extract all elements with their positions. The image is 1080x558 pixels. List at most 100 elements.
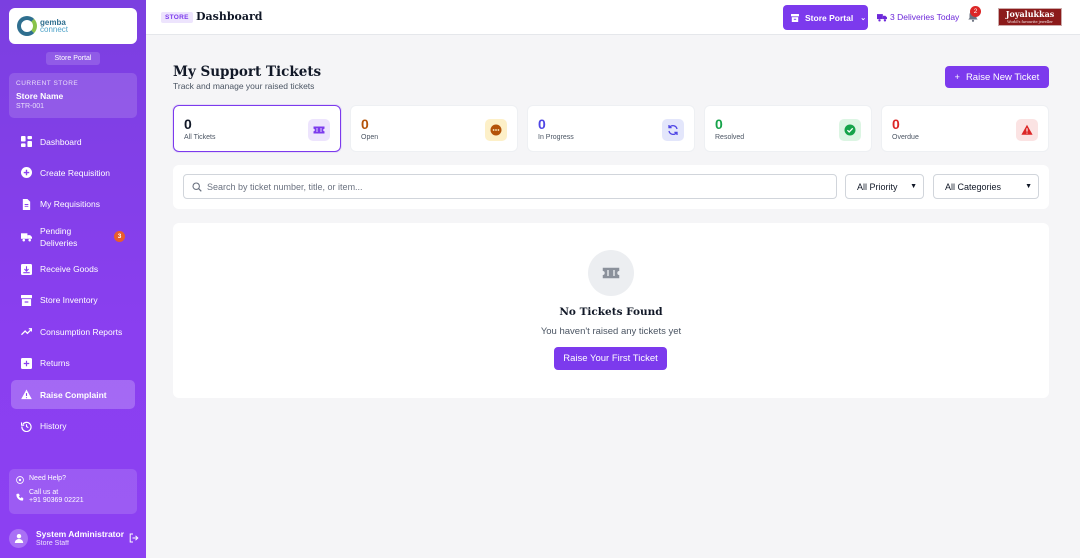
- sidebar-item-history[interactable]: History: [11, 412, 135, 441]
- sidebar-item-label: My Requisitions: [40, 199, 100, 210]
- filter-bar: All Priority ▼ All Categories ▼: [173, 165, 1049, 209]
- avatar[interactable]: [9, 528, 28, 548]
- sidebar-item-label: Dashboard: [40, 136, 82, 147]
- user-profile: System Administrator Store Staff: [9, 526, 139, 550]
- sidebar-item-label: Create Requisition: [40, 167, 110, 178]
- sidebar-item-pending-deliveries[interactable]: Pending Deliveries 3: [11, 221, 135, 252]
- chevron-down-icon: ▼: [910, 183, 917, 190]
- search-input[interactable]: [207, 181, 807, 192]
- dots-circle-icon: [485, 119, 507, 141]
- category-select[interactable]: All Categories ▼: [933, 174, 1039, 199]
- deliveries-today-link[interactable]: 3 Deliveries Today: [877, 12, 959, 22]
- return-box-icon: [21, 357, 32, 369]
- top-header: STORE Dashboard Store Portal ⌄ 3 Deliver…: [146, 0, 1080, 35]
- dashboard-icon: [21, 136, 32, 147]
- store-tag: STORE: [161, 12, 193, 23]
- stat-card-overdue[interactable]: 0 Overdue: [881, 105, 1049, 152]
- notification-badge: 2: [970, 6, 981, 17]
- priority-select-value: All Priority: [857, 181, 898, 192]
- stat-value: 0: [715, 116, 723, 132]
- refresh-icon: [662, 119, 684, 141]
- trend-icon: [21, 326, 32, 337]
- stat-label: All Tickets: [184, 134, 216, 141]
- category-select-value: All Categories: [945, 181, 1002, 192]
- ticket-stats: 0 All Tickets 0 Open 0 In Progress 0 Res…: [173, 105, 1049, 152]
- help-phone-link[interactable]: Call us at +91 90369 02221: [16, 489, 130, 504]
- sidebar-item-label: Consumption Reports: [40, 326, 123, 337]
- user-name: System Administrator: [36, 529, 125, 539]
- empty-ticket-icon: [588, 250, 634, 296]
- plus-icon: +: [954, 72, 960, 82]
- stat-value: 0: [361, 116, 369, 132]
- sidebar-item-my-requisitions[interactable]: My Requisitions: [11, 190, 135, 219]
- plus-circle-icon: [21, 167, 32, 179]
- truck-icon: [877, 14, 887, 22]
- sidebar-item-store-inventory[interactable]: Store Inventory: [11, 286, 135, 315]
- check-circle-icon: [839, 119, 861, 141]
- truck-icon: [21, 231, 32, 242]
- warning-icon: [21, 389, 32, 400]
- sidebar-item-dashboard[interactable]: Dashboard: [11, 127, 135, 156]
- help-card: Need Help? Call us at +91 90369 02221: [9, 469, 137, 514]
- sidebar-nav: Dashboard Create Requisition My Requisit…: [11, 127, 135, 443]
- stat-card-open[interactable]: 0 Open: [350, 105, 518, 152]
- current-store-caption: CURRENT STORE: [16, 80, 79, 87]
- sidebar-item-label: Receive Goods: [40, 264, 99, 275]
- portal-badge: Store Portal: [46, 52, 100, 65]
- sidebar-item-consumption-reports[interactable]: Consumption Reports: [11, 317, 135, 346]
- store-portal-button[interactable]: Store Portal ⌄: [783, 5, 868, 30]
- search-icon: [192, 181, 202, 192]
- store-name: Store Name: [16, 91, 64, 101]
- stat-value: 0: [892, 116, 900, 132]
- logo-mark-icon: [17, 16, 37, 36]
- store-icon: [791, 13, 799, 22]
- pending-deliveries-badge: 3: [114, 231, 125, 243]
- help-title: Need Help?: [29, 475, 66, 482]
- page-title: My Support Tickets: [173, 64, 322, 80]
- help-phone: +91 90369 02221: [29, 497, 84, 504]
- stat-card-resolved[interactable]: 0 Resolved: [704, 105, 872, 152]
- stat-card-in-progress[interactable]: 0 In Progress: [527, 105, 695, 152]
- sidebar-item-label: Pending Deliveries: [40, 225, 78, 248]
- sidebar-item-returns[interactable]: Returns: [11, 349, 135, 378]
- ticket-icon: [308, 119, 330, 141]
- sidebar-item-create-requisition[interactable]: Create Requisition: [11, 158, 135, 187]
- logout-icon[interactable]: [129, 533, 139, 543]
- store-portal-label: Store Portal: [805, 12, 854, 23]
- deliveries-today-label: 3 Deliveries Today: [890, 12, 960, 22]
- stat-label: In Progress: [538, 134, 574, 141]
- brand-tagline: World's favourite jeweller: [1007, 20, 1053, 24]
- priority-select[interactable]: All Priority ▼: [845, 174, 924, 199]
- sidebar-item-raise-complaint[interactable]: Raise Complaint: [11, 380, 135, 410]
- raise-new-ticket-button[interactable]: + Raise New Ticket: [945, 66, 1049, 88]
- stat-label: Resolved: [715, 134, 745, 141]
- brand-logo: Joyalukkas World's favourite jeweller: [998, 8, 1062, 26]
- chevron-down-icon: ▼: [1025, 183, 1032, 190]
- sidebar-item-receive-goods[interactable]: Receive Goods: [11, 255, 135, 284]
- empty-state: No Tickets Found You haven't raised any …: [173, 223, 1049, 398]
- store-icon: [21, 294, 32, 306]
- document-icon: [21, 198, 32, 210]
- app-logo[interactable]: gemba connect: [9, 8, 137, 44]
- sidebar: gemba connect Store Portal CURRENT STORE…: [0, 0, 146, 558]
- stat-value: 0: [538, 116, 546, 132]
- empty-state-title: No Tickets Found: [559, 306, 663, 318]
- stat-label: Overdue: [892, 134, 919, 141]
- current-store-card: CURRENT STORE Store Name STR-001: [9, 73, 137, 118]
- brand-name: Joyalukkas: [1005, 9, 1055, 19]
- user-role: Store Staff: [36, 540, 69, 547]
- sidebar-item-label: Store Inventory: [40, 295, 98, 306]
- stat-value: 0: [184, 116, 192, 132]
- raise-first-ticket-button[interactable]: Raise Your First Ticket: [554, 347, 667, 370]
- search-box: [183, 174, 837, 199]
- user-icon: [14, 534, 23, 543]
- raise-new-ticket-label: Raise New Ticket: [965, 71, 1040, 83]
- header-title: Dashboard: [196, 10, 263, 23]
- help-circle-icon: [16, 476, 24, 484]
- store-code: STR-001: [16, 103, 45, 110]
- phone-icon: [16, 493, 24, 501]
- inbox-download-icon: [21, 263, 32, 275]
- stat-card-all-tickets[interactable]: 0 All Tickets: [173, 105, 341, 152]
- alert-triangle-icon: [1016, 119, 1038, 141]
- sidebar-item-label: History: [40, 421, 67, 432]
